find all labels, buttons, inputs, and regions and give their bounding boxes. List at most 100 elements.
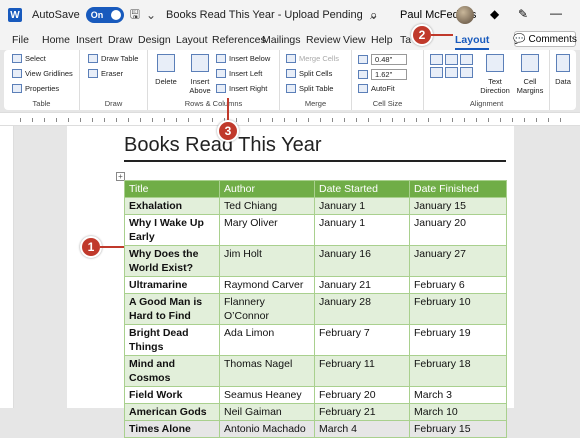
avatar[interactable]	[456, 6, 474, 24]
align-top-left-icon[interactable]	[430, 54, 443, 65]
insert-below-button[interactable]: Insert Below	[216, 54, 270, 63]
search-icon[interactable]: ⌕	[370, 7, 377, 23]
tab-draw[interactable]: Draw	[108, 34, 133, 46]
cell-date-finished[interactable]: February 19	[409, 324, 507, 356]
table-row[interactable]: American Gods Neil Gaiman February 21 March…	[124, 403, 507, 421]
cell-date-started[interactable]: February 20	[314, 386, 410, 404]
cell-date-finished[interactable]: March 10	[409, 403, 507, 421]
tab-design[interactable]: Design	[138, 34, 171, 46]
chevron-down-icon[interactable]: ⌄	[146, 8, 156, 22]
tab-review[interactable]: Review	[306, 34, 340, 46]
pen-icon[interactable]: ✎	[518, 7, 528, 21]
draw-table-button[interactable]: Draw Table	[88, 54, 138, 63]
align-middle-left-icon[interactable]	[430, 67, 443, 78]
cell-author[interactable]: Mary Oliver	[219, 214, 315, 246]
diamond-icon[interactable]: ◆	[490, 7, 499, 21]
insert-above-button[interactable]: Insert Above	[188, 54, 212, 95]
cell-title[interactable]: Why Does the World Exist?	[124, 245, 220, 277]
tab-view[interactable]: View	[343, 34, 366, 46]
split-table-button[interactable]: Split Table	[286, 84, 333, 93]
split-cells-button[interactable]: Split Cells	[286, 69, 332, 78]
tab-references[interactable]: References	[212, 34, 266, 46]
cell-author[interactable]: Jim Holt	[219, 245, 315, 277]
tab-help[interactable]: Help	[371, 34, 393, 46]
align-middle-right-icon[interactable]	[460, 67, 473, 78]
data-button[interactable]: Data	[552, 54, 574, 86]
cell-date-finished[interactable]: February 10	[409, 293, 507, 325]
cell-author[interactable]: Seamus Heaney	[219, 386, 315, 404]
header-date-started[interactable]: Date Started	[314, 180, 410, 198]
cell-date-started[interactable]: January 21	[314, 276, 410, 294]
tab-layout[interactable]: Layout	[455, 34, 490, 50]
table-row[interactable]: Mind and Cosmos Thomas Nagel February 11 Fe…	[124, 355, 507, 387]
cell-title[interactable]: A Good Man is Hard to Find	[124, 293, 220, 325]
header-title[interactable]: Title	[124, 180, 220, 198]
cell-title[interactable]: Times Alone	[124, 420, 220, 438]
cell-date-started[interactable]: February 7	[314, 324, 410, 356]
cell-date-finished[interactable]: February 15	[409, 420, 507, 438]
merge-cells-button[interactable]: Merge Cells	[286, 54, 339, 63]
insert-left-button[interactable]: Insert Left	[216, 69, 262, 78]
autosave-toggle[interactable]: On	[85, 7, 124, 23]
cell-title[interactable]: Mind and Cosmos	[124, 355, 220, 387]
tab-mailings[interactable]: Mailings	[262, 34, 301, 46]
table-row[interactable]: Times Alone Antonio Machado March 4 Februar…	[124, 420, 507, 438]
cell-date-started[interactable]: March 4	[314, 420, 410, 438]
document-title[interactable]: Books Read This Year - Upload Pending	[166, 9, 363, 21]
vertical-ruler[interactable]	[0, 126, 14, 408]
cell-title[interactable]: Why I Wake Up Early	[124, 214, 220, 246]
cell-date-started[interactable]: January 28	[314, 293, 410, 325]
cell-author[interactable]: Flannery O’Connor	[219, 293, 315, 325]
tab-insert[interactable]: Insert	[76, 34, 102, 46]
properties-button[interactable]: Properties	[12, 84, 59, 93]
column-width-field[interactable]: 1.62"	[358, 69, 407, 80]
cell-author[interactable]: Ada Limon	[219, 324, 315, 356]
header-author[interactable]: Author	[219, 180, 315, 198]
tab-table-design[interactable]: Ta	[400, 34, 411, 46]
align-middle-center-icon[interactable]	[445, 67, 458, 78]
cell-author[interactable]: Neil Gaiman	[219, 403, 315, 421]
cell-title[interactable]: Exhalation	[124, 197, 220, 215]
table-row[interactable]: Exhalation Ted Chiang January 1 January 15	[124, 197, 507, 215]
table-row[interactable]: Field Work Seamus Heaney February 20 March …	[124, 386, 507, 404]
delete-button[interactable]: Delete	[152, 54, 180, 86]
cell-author[interactable]: Thomas Nagel	[219, 355, 315, 387]
text-direction-button[interactable]: Text Direction	[480, 54, 510, 95]
row-height-field[interactable]: 0.48"	[358, 54, 407, 65]
tab-home[interactable]: Home	[42, 34, 70, 46]
cell-title[interactable]: Bright Dead Things	[124, 324, 220, 356]
minimize-icon[interactable]: —	[550, 6, 562, 20]
cell-title[interactable]: Field Work	[124, 386, 220, 404]
autofit-button[interactable]: AutoFit	[358, 84, 395, 93]
cell-author[interactable]: Antonio Machado	[219, 420, 315, 438]
table-row[interactable]: A Good Man is Hard to Find Flannery O’Con…	[124, 293, 507, 325]
cell-date-started[interactable]: January 16	[314, 245, 410, 277]
cell-date-finished[interactable]: February 18	[409, 355, 507, 387]
select-button[interactable]: Select	[12, 54, 46, 63]
table-row[interactable]: Bright Dead Things Ada Limon February 7 Feb…	[124, 324, 507, 356]
cell-title[interactable]: American Gods	[124, 403, 220, 421]
comments-button[interactable]: 💬 Comments	[513, 31, 577, 47]
books-table[interactable]: Title Author Date Started Date Finished …	[124, 180, 507, 438]
cell-author[interactable]: Ted Chiang	[219, 197, 315, 215]
cell-margins-button[interactable]: Cell Margins	[514, 54, 546, 95]
table-row[interactable]: Why Does the World Exist? Jim Holt January…	[124, 245, 507, 277]
view-gridlines-button[interactable]: View Gridlines	[12, 69, 73, 78]
horizontal-ruler[interactable]	[0, 112, 580, 126]
insert-right-button[interactable]: Insert Right	[216, 84, 267, 93]
cell-date-finished[interactable]: February 6	[409, 276, 507, 294]
cell-date-finished[interactable]: January 15	[409, 197, 507, 215]
cell-date-started[interactable]: January 1	[314, 214, 410, 246]
align-top-right-icon[interactable]	[460, 54, 473, 65]
table-row[interactable]: Why I Wake Up Early Mary Oliver January 1J…	[124, 214, 507, 246]
tab-file[interactable]: File	[12, 34, 29, 46]
cell-date-finished[interactable]: January 27	[409, 245, 507, 277]
column-width-input[interactable]: 1.62"	[371, 69, 407, 80]
save-icon[interactable]: 🖫	[130, 5, 140, 26]
row-height-input[interactable]: 0.48"	[371, 54, 407, 65]
header-date-finished[interactable]: Date Finished	[409, 180, 507, 198]
cell-author[interactable]: Raymond Carver	[219, 276, 315, 294]
align-top-center-icon[interactable]	[445, 54, 458, 65]
cell-date-finished[interactable]: January 20	[409, 214, 507, 246]
eraser-button[interactable]: Eraser	[88, 69, 123, 78]
